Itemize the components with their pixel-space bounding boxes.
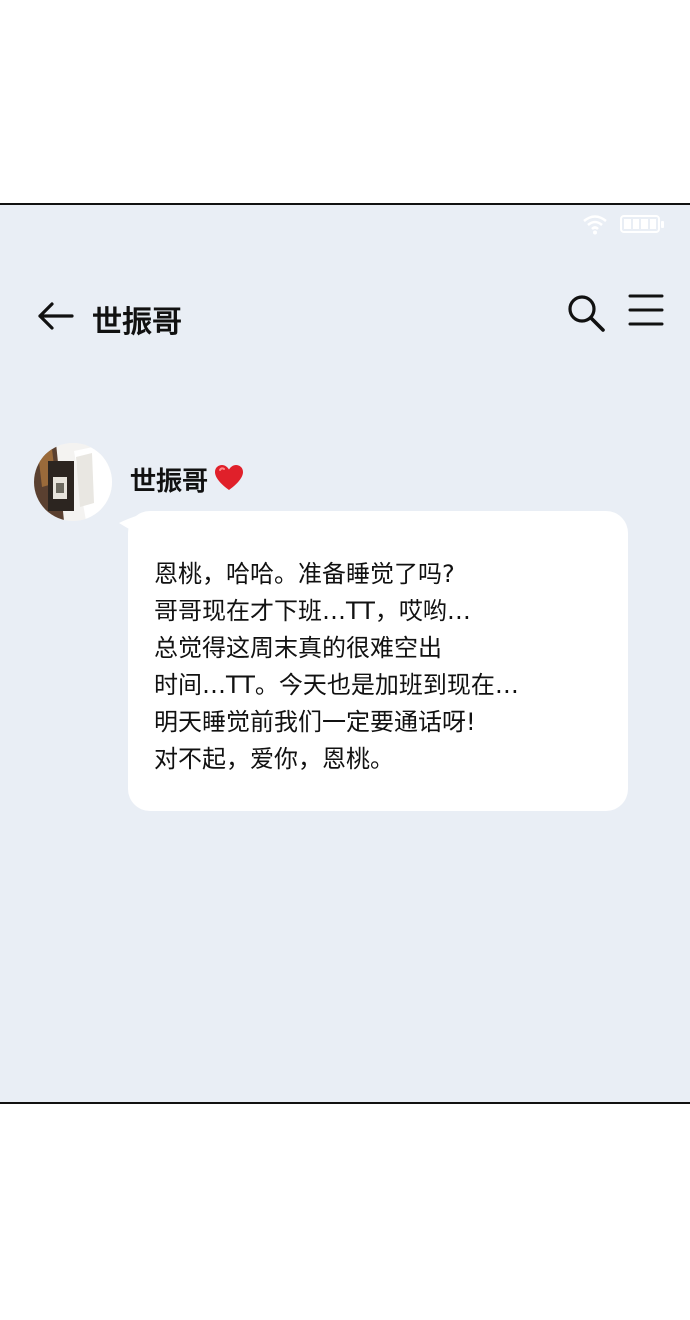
arrow-left-icon[interactable] xyxy=(36,301,74,331)
message-line: 恩桃，哈哈。准备睡觉了吗? xyxy=(154,560,455,588)
chat-header: 世振哥 xyxy=(36,293,664,341)
wifi-icon xyxy=(583,215,607,235)
message-line: 哥哥现在才下班…TT，哎哟… xyxy=(154,597,471,625)
status-bar xyxy=(582,213,664,235)
chat-title: 世振哥 xyxy=(92,305,182,340)
message-line: 时间…TT。今天也是加班到现在… xyxy=(154,671,519,699)
message-bubble[interactable]: 恩桃，哈哈。准备睡觉了吗? 哥哥现在才下班…TT，哎哟… 总觉得这周末真的很难空… xyxy=(119,511,628,811)
bubble-tail xyxy=(119,515,139,535)
message-line: 总觉得这周末真的很难空出 xyxy=(154,634,442,662)
search-icon[interactable] xyxy=(566,293,606,333)
heart-icon xyxy=(214,464,244,496)
chat-screen: 世振哥 世振哥 恩桃，哈哈。准备睡觉了吗? 哥哥现在才下班…TT，哎哟… 总觉得… xyxy=(0,203,690,1104)
avatar[interactable] xyxy=(34,443,112,521)
avatar-photo xyxy=(34,443,112,521)
battery-icon xyxy=(620,215,664,233)
message-line: 对不起，爱你，恩桃。 xyxy=(154,745,394,773)
sender-name: 世振哥 xyxy=(130,467,209,497)
message-line: 明天睡觉前我们一定要通话呀! xyxy=(154,708,476,736)
message-sender: 世振哥 xyxy=(130,461,244,498)
menu-icon[interactable] xyxy=(628,293,664,327)
